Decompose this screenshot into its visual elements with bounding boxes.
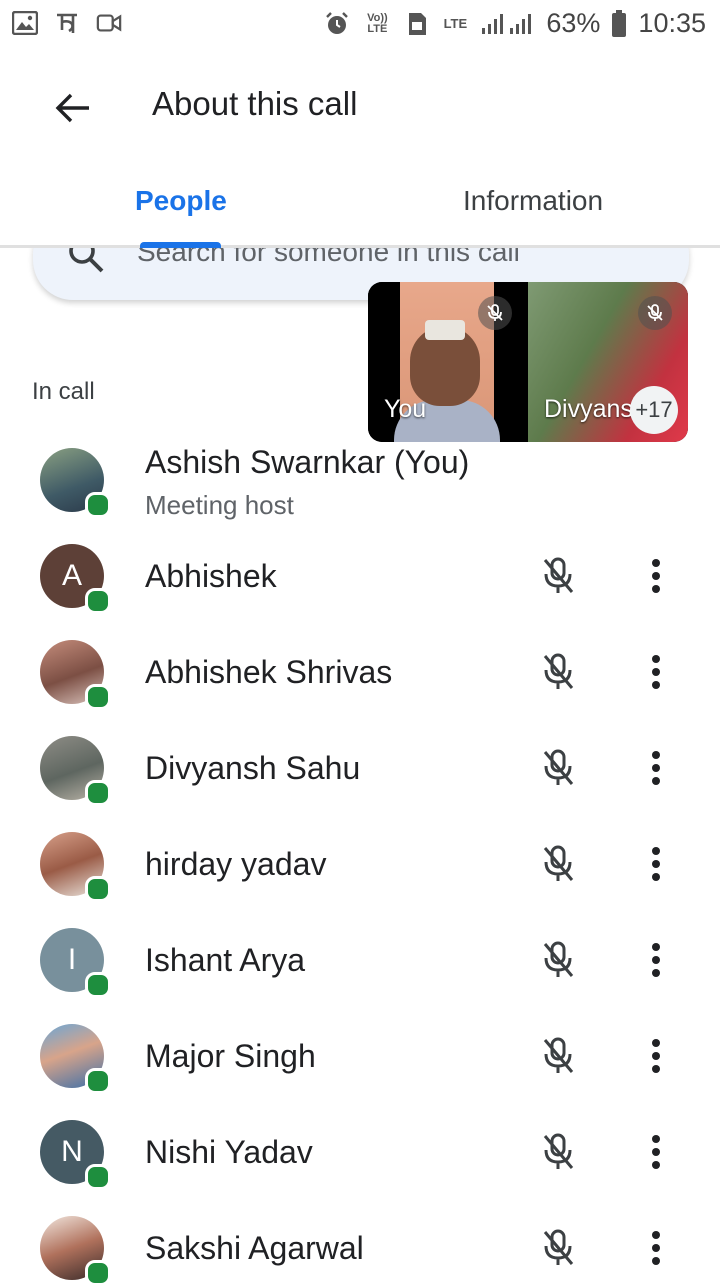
tab-active-indicator (140, 242, 221, 248)
participant-role: Meeting host (145, 490, 294, 520)
back-arrow-icon[interactable] (48, 83, 98, 133)
participant-row[interactable]: Abhishek Shrivas (0, 636, 720, 732)
alarm-icon (324, 11, 350, 37)
video-icon (96, 10, 122, 36)
search-icon (67, 248, 107, 276)
more-options-icon[interactable] (636, 552, 676, 600)
online-indicator (85, 876, 111, 902)
more-options-icon[interactable] (636, 1224, 676, 1272)
participant-row[interactable]: hirday yadav (0, 828, 720, 924)
participant-name: Abhishek (145, 558, 277, 594)
page-title: About this call (152, 85, 358, 122)
mic-off-icon (536, 938, 580, 982)
online-indicator (85, 492, 111, 518)
participant-row[interactable]: N Nishi Yadav (0, 1116, 720, 1212)
tab-people[interactable]: People (135, 185, 227, 217)
participant-name: Ashish Swarnkar (You) (145, 444, 470, 480)
clock-time: 10:35 (638, 8, 706, 38)
more-options-icon[interactable] (636, 840, 676, 888)
muted-mic-icon (478, 296, 512, 330)
participant-row[interactable]: I Ishant Arya (0, 924, 720, 1020)
tab-bar: People Information (0, 160, 720, 250)
participant-name: Abhishek Shrivas (145, 654, 393, 690)
participant-row[interactable]: Ashish Swarnkar (You) Meeting host (0, 440, 720, 536)
online-indicator (85, 972, 111, 998)
lte-icon: LTE (443, 16, 468, 31)
more-participants-badge[interactable]: +17 (630, 386, 678, 434)
mic-off-icon (536, 1226, 580, 1270)
status-left-icons (12, 10, 122, 36)
battery-percent: 63% (546, 8, 601, 38)
more-options-icon[interactable] (636, 648, 676, 696)
video-tile-divyansh[interactable]: Divyansh +17 (528, 282, 688, 442)
participant-name: Major Singh (145, 1038, 316, 1074)
sim-icon (404, 11, 430, 37)
participant-name: Sakshi Agarwal (145, 1230, 364, 1266)
mic-off-icon (536, 842, 580, 886)
mic-off-icon (536, 1130, 580, 1174)
online-indicator (85, 1260, 111, 1286)
participant-row[interactable]: Sakshi Agarwal (0, 1212, 720, 1286)
more-options-icon[interactable] (636, 1032, 676, 1080)
tab-divider (0, 245, 720, 248)
participant-name: hirday yadav (145, 846, 327, 882)
status-bar: Vo)) LTE LTE 63% 10:35 (0, 0, 720, 50)
online-indicator (85, 1068, 111, 1094)
more-options-icon[interactable] (636, 1128, 676, 1176)
top-app-bar: About this call (0, 55, 720, 155)
video-tile-you[interactable]: You (368, 282, 526, 442)
mic-off-icon (536, 650, 580, 694)
signal-icon (480, 11, 536, 37)
online-indicator (85, 588, 111, 614)
battery-icon (610, 9, 628, 37)
participant-name: Ishant Arya (145, 942, 306, 978)
online-indicator (85, 780, 111, 806)
tab-information[interactable]: Information (463, 185, 603, 217)
participant-row[interactable]: Major Singh (0, 1020, 720, 1116)
participant-name: Nishi Yadav (145, 1134, 313, 1170)
status-right-icons: Vo)) LTE LTE 63% 10:35 (324, 8, 706, 39)
online-indicator (85, 684, 111, 710)
more-options-icon[interactable] (636, 936, 676, 984)
mic-off-icon (536, 1034, 580, 1078)
video-preview-panel[interactable]: You Divyansh +17 (368, 282, 688, 442)
more-options-icon[interactable] (636, 744, 676, 792)
volte-icon: Vo)) LTE (367, 11, 388, 35)
video-tile-label: You (384, 395, 427, 423)
search-placeholder: Search for someone in this call (137, 248, 520, 267)
gallery-icon (12, 10, 38, 36)
muted-mic-icon (638, 296, 672, 330)
participant-row[interactable]: Divyansh Sahu (0, 732, 720, 828)
paytm-icon (54, 10, 80, 36)
mic-off-icon (536, 746, 580, 790)
participant-row[interactable]: A Abhishek (0, 540, 720, 636)
participant-name: Divyansh Sahu (145, 750, 361, 786)
mic-off-icon (536, 554, 580, 598)
section-label-in-call: In call (32, 378, 95, 405)
online-indicator (85, 1164, 111, 1190)
